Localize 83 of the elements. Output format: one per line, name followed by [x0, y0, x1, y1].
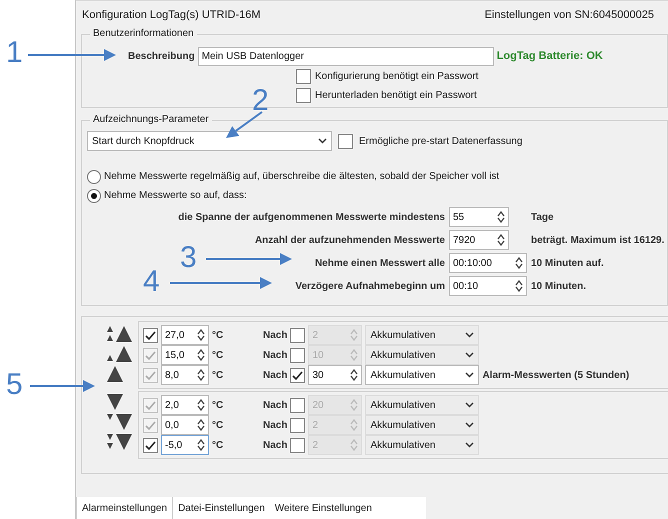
- chevron-down-icon: [465, 372, 474, 378]
- number-field[interactable]: 00:10: [449, 276, 527, 296]
- spinner-icon[interactable]: [197, 399, 205, 411]
- checkbox-label: Ermögliche pre-start Datenerfassung: [359, 136, 522, 146]
- after-label: Nach: [263, 400, 288, 410]
- spinner-icon[interactable]: [515, 257, 523, 269]
- checkbox[interactable]: [296, 88, 311, 103]
- down-triangle-icon: [107, 434, 132, 450]
- unit-label: °C: [212, 350, 224, 360]
- mode-dropdown[interactable]: Akkumulativen: [365, 435, 480, 455]
- unit-label: °C: [212, 400, 224, 410]
- unit-label: beträgt. Maximum ist 16129.: [531, 234, 664, 246]
- radio-label: Nehme Messwerte regelmäßig auf, überschreibe die ältesten, sobald der Speicher voll ist: [104, 171, 500, 182]
- spinner-icon[interactable]: [197, 439, 205, 451]
- spinner-icon[interactable]: [515, 280, 523, 292]
- callout-number: 5: [6, 370, 23, 400]
- start-mode-dropdown[interactable]: Start durch Knopfdruck: [87, 131, 332, 151]
- spinner-icon[interactable]: [497, 234, 505, 246]
- chevron-down-icon: [465, 442, 474, 448]
- chevron-down-icon: [465, 422, 474, 428]
- unit-label: °C: [212, 370, 224, 380]
- spinner-icon[interactable]: [497, 211, 505, 223]
- parameter-label: Nehme einen Messwert alle: [314, 258, 445, 268]
- chevron-down-icon: [465, 332, 474, 338]
- tab[interactable]: Alarmeinstellungen: [76, 497, 174, 519]
- group-label: Benutzerinformationen: [90, 28, 197, 39]
- number-field[interactable]: 00:10:00: [449, 253, 527, 273]
- checkbox[interactable]: [143, 328, 158, 342]
- field-label: Beschreibung: [128, 50, 195, 62]
- spinner-icon[interactable]: [197, 349, 205, 361]
- radio-button[interactable]: [87, 188, 101, 202]
- description-field[interactable]: Mein USB Datenlogger: [198, 46, 494, 66]
- radio-label: Nehme Messwerte so auf, dass:: [104, 190, 247, 201]
- up-triangle-icon: [107, 346, 132, 362]
- down-triangle-icon: [107, 394, 123, 410]
- radio-button[interactable]: [87, 170, 101, 184]
- up-triangle-icon: [107, 366, 123, 382]
- window-title: Konfiguration LogTag(s) UTRID-16M: [82, 8, 261, 20]
- after-label: Nach: [263, 370, 288, 380]
- spinner-icon[interactable]: [197, 369, 205, 381]
- callout-number: 2: [252, 86, 269, 116]
- checkbox[interactable]: [338, 134, 353, 148]
- chevron-down-icon: [318, 138, 327, 144]
- threshold-field[interactable]: -5,0: [161, 435, 209, 455]
- parameter-label: die Spanne der aufgenommenen Messwerte mindestens: [178, 212, 445, 222]
- checkbox-label: Konfigurierung benötigt ein Passwort: [315, 71, 478, 82]
- unit-label: Tage: [531, 212, 555, 222]
- spinner-icon[interactable]: [197, 329, 205, 341]
- chevron-down-icon: [465, 402, 474, 408]
- callout-arrow: [226, 111, 263, 138]
- checkbox[interactable]: [290, 328, 306, 342]
- checkbox[interactable]: [290, 438, 306, 452]
- after-label: Nach: [263, 330, 288, 340]
- spinner-icon[interactable]: [197, 419, 205, 431]
- callout-number: 1: [6, 38, 23, 68]
- checkbox[interactable]: [296, 69, 311, 84]
- mode-dropdown[interactable]: Akkumulativen: [365, 325, 480, 345]
- alarm-note: Alarm-Messwerten (5 Stunden): [482, 370, 630, 380]
- unit-label: °C: [212, 440, 224, 450]
- group-label: Aufzeichnungs-Parameter: [90, 114, 212, 125]
- number-field[interactable]: 55: [449, 207, 509, 227]
- battery-status: LogTag Batterie: OK: [496, 50, 603, 62]
- unit-label: °C: [212, 330, 224, 340]
- number-field[interactable]: 7920: [449, 230, 509, 250]
- after-label: Nach: [263, 350, 288, 360]
- threshold-field[interactable]: 27,0: [161, 325, 209, 345]
- unit-label: °C: [212, 420, 224, 430]
- checkbox-label: Herunterladen benötigt ein Passwort: [315, 90, 477, 101]
- serial-number: Einstellungen von SN:6045000025: [484, 8, 654, 20]
- unit-label: 10 Minuten.: [531, 280, 588, 292]
- after-label: Nach: [263, 440, 288, 450]
- parameter-label: Anzahl der aufzunehmenden Messwerte: [254, 234, 445, 246]
- unit-label: 10 Minuten auf.: [531, 258, 605, 268]
- callout-number: 3: [180, 243, 197, 273]
- spinner-icon[interactable]: [350, 369, 358, 381]
- down-triangle-icon: [107, 414, 132, 430]
- checkbox[interactable]: [143, 438, 158, 452]
- callout-number: 4: [143, 267, 160, 297]
- up-triangle-icon: [107, 326, 132, 342]
- callout-arrow: [30, 380, 95, 392]
- after-label: Nach: [263, 420, 288, 430]
- parameter-label: Verzögere Aufnahmebeginn um: [295, 280, 445, 292]
- chevron-down-icon: [465, 352, 474, 358]
